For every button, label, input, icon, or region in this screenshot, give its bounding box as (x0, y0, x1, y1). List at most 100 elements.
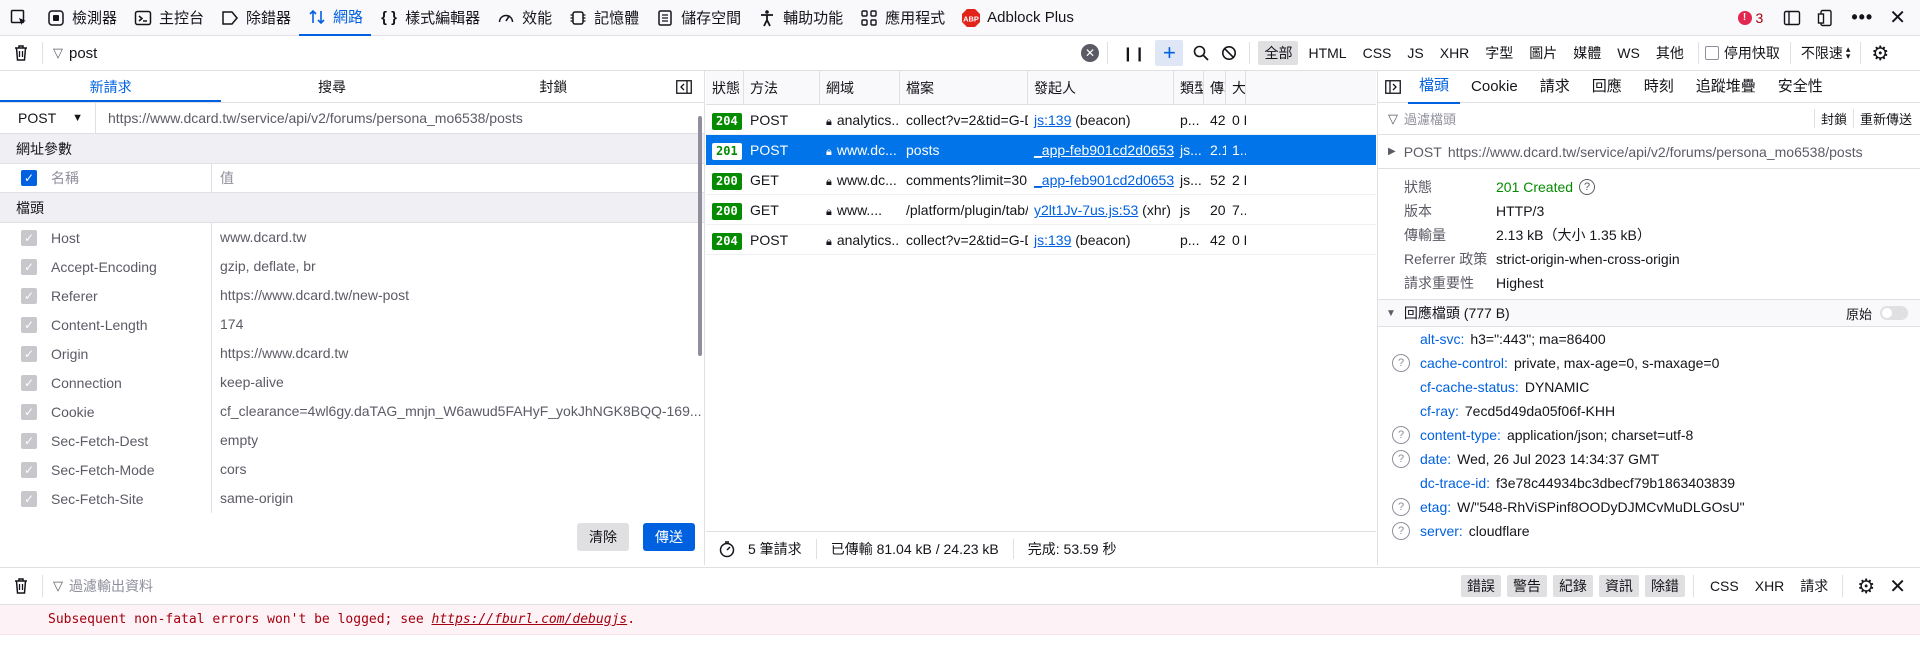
response-header-row[interactable]: ? date: Wed, 26 Jul 2023 14:34:37 GMT (1378, 447, 1920, 471)
header-checkbox[interactable]: ✓ (21, 490, 37, 507)
header-checkbox[interactable]: ✓ (21, 403, 37, 420)
detail-tab-3[interactable]: 回應 (1581, 71, 1633, 103)
tool-application[interactable]: 應用程式 (851, 0, 953, 36)
tool-performance[interactable]: 效能 (488, 0, 560, 36)
detail-tab-1[interactable]: Cookie (1460, 71, 1529, 103)
param-name-placeholder[interactable]: 名稱 (51, 168, 211, 188)
header-value[interactable]: https://www.dcard.tw (211, 339, 704, 368)
filter-type-6[interactable]: 圖片 (1523, 41, 1563, 65)
detail-tab-4[interactable]: 時刻 (1633, 71, 1685, 103)
header-checkbox[interactable]: ✓ (21, 345, 37, 362)
table-row[interactable]: 204 POST 🔒︎ analytics... collect?v=2&tid=G-D… (706, 225, 1376, 255)
request-line-summary[interactable]: ▶ POST https://www.dcard.tw/service/api/… (1378, 135, 1920, 169)
detail-tab-6[interactable]: 安全性 (1767, 71, 1834, 103)
header-checkbox[interactable]: ✓ (21, 229, 37, 246)
header-name[interactable]: Cookie (51, 404, 211, 420)
console-settings-icon[interactable]: ⚙ (1849, 574, 1883, 599)
tool-adblock[interactable]: ABP Adblock Plus (953, 0, 1082, 36)
tab-new-request[interactable]: 新請求 (0, 71, 222, 102)
method-select[interactable]: POST ▼ (0, 102, 96, 134)
response-header-row[interactable]: cf-ray: 7ecd5d49da05f06f-KHH (1378, 399, 1920, 423)
request-url-input[interactable] (108, 110, 698, 126)
response-header-row[interactable]: ? etag: W/"548-RhViSPinf8OODyDJMCvMuDLGOsU… (1378, 495, 1920, 519)
column-header[interactable]: 傳輸 (1204, 71, 1226, 104)
filter-type-9[interactable]: 其他 (1650, 41, 1690, 65)
console-filter-input[interactable]: 過濾輸出資料 (69, 576, 1455, 596)
header-value[interactable]: https://www.dcard.tw/new-post (211, 281, 704, 310)
tool-inspector[interactable]: 檢測器 (38, 0, 125, 36)
header-value[interactable]: 174 (211, 310, 704, 339)
console-filter-2[interactable]: 請求 (1792, 576, 1836, 596)
help-icon[interactable]: ? (1392, 498, 1410, 516)
raw-toggle[interactable] (1880, 306, 1908, 320)
tool-style-editor[interactable]: { } 樣式編輯器 (371, 0, 488, 36)
header-value[interactable]: cors (211, 455, 704, 484)
header-name[interactable]: Connection (51, 375, 211, 391)
help-icon[interactable]: ? (1579, 179, 1596, 195)
clear-console-icon[interactable] (0, 577, 42, 595)
toggle-sidebar-icon[interactable] (664, 71, 704, 102)
column-header[interactable]: 檔案 (900, 71, 1028, 104)
dock-icon[interactable] (1809, 0, 1843, 36)
column-header[interactable]: 網域 (820, 71, 900, 104)
header-name[interactable]: Referer (51, 288, 211, 304)
block-url-button[interactable]: 封鎖 (1813, 109, 1853, 128)
filter-type-3[interactable]: JS (1401, 43, 1429, 63)
header-name[interactable]: Host (51, 230, 211, 246)
scrollbar[interactable] (698, 116, 702, 356)
header-filter-input[interactable]: 過濾檔頭 (1404, 109, 1814, 128)
header-checkbox[interactable]: ✓ (21, 258, 37, 275)
header-name[interactable]: Sec-Fetch-Site (51, 491, 211, 507)
header-checkbox[interactable]: ✓ (21, 461, 37, 478)
tool-console[interactable]: 主控台 (125, 0, 212, 36)
close-console-icon[interactable]: ✕ (1883, 574, 1920, 599)
param-value-placeholder[interactable]: 值 (211, 163, 704, 193)
header-name[interactable]: Sec-Fetch-Dest (51, 433, 211, 449)
filter-type-7[interactable]: 媒體 (1567, 41, 1607, 65)
filter-type-0[interactable]: 全部 (1258, 41, 1299, 65)
console-level-3[interactable]: 資訊 (1598, 575, 1639, 597)
header-value[interactable]: cf_clearance=4wl6gy.daTAG_mnjn_W6awud5FA… (211, 397, 704, 426)
initiator-link[interactable]: y2lt1Jv-7us.js:53 (1034, 202, 1138, 218)
send-button[interactable]: 傳送 (643, 523, 695, 551)
console-level-1[interactable]: 警告 (1506, 575, 1547, 597)
console-level-4[interactable]: 除錯 (1644, 575, 1685, 597)
url-filter-input[interactable] (69, 44, 1069, 62)
header-checkbox[interactable]: ✓ (21, 432, 37, 449)
column-header[interactable]: 狀態 (706, 71, 744, 104)
header-value[interactable]: same-origin (211, 484, 704, 513)
response-header-row[interactable]: alt-svc: h3=":443"; ma=86400 (1378, 327, 1920, 351)
header-value[interactable]: keep-alive (211, 368, 704, 397)
console-filter-1[interactable]: XHR (1747, 578, 1793, 594)
element-picker-button[interactable] (0, 0, 38, 36)
console-level-0[interactable]: 錯誤 (1460, 575, 1501, 597)
filter-type-4[interactable]: XHR (1434, 43, 1476, 63)
responsive-mode-icon[interactable] (1775, 0, 1809, 36)
more-options-icon[interactable]: ••• (1843, 0, 1881, 36)
help-icon[interactable]: ? (1392, 354, 1410, 372)
search-icon[interactable] (1187, 45, 1215, 61)
block-icon[interactable] (1215, 45, 1243, 61)
tab-search[interactable]: 搜尋 (221, 71, 442, 102)
console-message-link[interactable]: https://fburl.com/debugjs (432, 612, 628, 627)
initiator-link[interactable]: _app-feb901cd2d06535... (1034, 142, 1174, 158)
help-icon[interactable]: ? (1392, 450, 1410, 468)
tool-accessibility[interactable]: 輔助功能 (749, 0, 851, 36)
header-name[interactable]: Accept-Encoding (51, 259, 211, 275)
response-header-row[interactable]: dc-trace-id: f3e78c44934bc3dbecf79b186340… (1378, 471, 1920, 495)
clear-button[interactable]: 清除 (577, 523, 629, 551)
help-icon[interactable]: ? (1392, 522, 1410, 540)
column-header[interactable]: 發起人 (1028, 71, 1174, 104)
help-icon[interactable]: ? (1392, 426, 1410, 444)
detail-tab-2[interactable]: 請求 (1529, 71, 1581, 103)
clear-requests-icon[interactable] (0, 44, 42, 62)
clear-filter-icon[interactable]: ✕ (1081, 44, 1099, 62)
disable-cache-checkbox[interactable]: 停用快取 (1704, 43, 1780, 63)
detail-tab-5[interactable]: 追蹤堆疊 (1685, 71, 1767, 103)
filter-type-8[interactable]: WS (1611, 43, 1646, 63)
header-value[interactable]: www.dcard.tw (211, 223, 704, 252)
console-filter-0[interactable]: CSS (1702, 578, 1747, 594)
table-row[interactable]: 200 GET 🔒︎ www.dc... comments?limit=30 _app-f… (706, 165, 1376, 195)
response-header-row[interactable]: ? server: cloudflare (1378, 519, 1920, 541)
table-row[interactable]: 201 POST 🔒︎ www.dc... posts _app-feb901cd2d06… (706, 135, 1376, 165)
